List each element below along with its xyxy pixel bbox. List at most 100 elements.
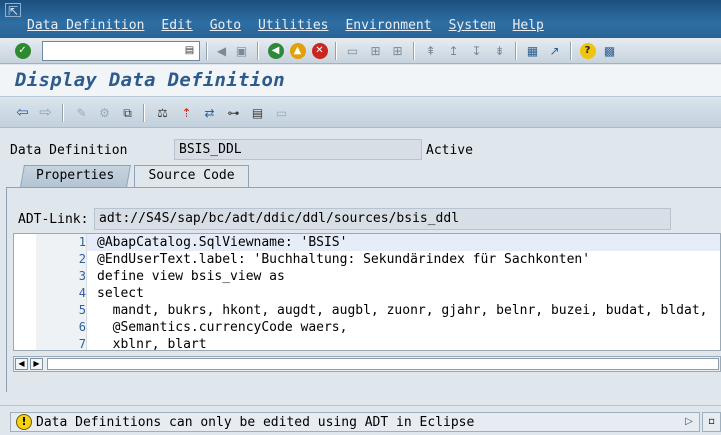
code-text: @Semantics.currencyCode waers, [86,319,347,336]
print-icon[interactable]: ▭ [343,41,362,60]
warning-icon: ! [16,414,32,430]
back-icon[interactable]: ◀ [266,41,285,60]
standard-toolbar: ✓ ▤ ◀ ▣ ◀ ▲ ✕ ▭ ⊞ ⊞ ⇞ ↥ ↧ ⇟ ▦ ↗ ? ▩ [0,38,721,64]
editor-gutter [14,251,36,268]
code-line[interactable]: 3 define view bsis_view as [14,268,720,285]
toolbar-separator [143,104,145,122]
toolbar-separator [515,42,517,60]
header-fields: Data Definition BSIS_DDL Active [0,138,721,162]
last-page-icon[interactable]: ⇟ [490,41,509,60]
object-list-icon[interactable]: ⊶ [224,103,243,122]
editor-gutter [14,285,36,302]
title-bar: Display Data Definition [0,65,721,97]
toolbar-separator [335,42,337,60]
command-field-toggle-icon[interactable]: ◀ [212,41,231,60]
status-expand-icon[interactable]: ▷ [683,415,695,429]
cancel-icon[interactable]: ✕ [310,41,329,60]
toolbar-separator [570,42,572,60]
status-text: Active [426,143,473,158]
toolbar-separator [62,104,64,122]
code-line[interactable]: 1 @AbapCatalog.SqlViewname: 'BSIS' [14,234,720,251]
scrollbar-thumb[interactable] [47,358,719,370]
other-object-icon[interactable]: ⧉ [118,103,137,122]
layout-icon[interactable]: ▩ [600,41,619,60]
line-number: 7 [36,336,86,350]
tab-source-code[interactable]: Source Code [134,165,249,187]
enter-icon[interactable]: ✓ [13,41,32,60]
tab-source-code-label: Source Code [148,168,235,183]
editor-gutter [14,268,36,285]
editor-gutter [14,319,36,336]
exit-icon[interactable]: ▲ [288,41,307,60]
tab-properties-label: Properties [36,168,115,183]
activate-icon[interactable]: ⇡ [177,103,196,122]
previous-page-icon[interactable]: ↥ [444,41,463,60]
code-text: mandt, bukrs, hkont, augdt, augbl, zuonr… [86,302,707,319]
menu-help[interactable]: Help [513,18,544,33]
tab-properties[interactable]: Properties [20,165,131,187]
code-text: select [86,285,144,302]
find-next-icon[interactable]: ⊞ [388,41,407,60]
scroll-left-icon[interactable]: ◀ [15,358,28,370]
code-line[interactable]: 6 @Semantics.currencyCode waers, [14,319,720,336]
menu-utilities[interactable]: Utilities [258,18,328,33]
arrow-left-icon[interactable]: ⇦ [13,103,32,122]
line-number: 4 [36,285,86,302]
code-text: xblnr, blart [86,336,207,350]
horizontal-scrollbar[interactable]: ◀ ▶ [13,356,721,372]
command-field[interactable] [42,41,200,61]
status-bar: ! Data Definitions can only be edited us… [0,405,721,435]
menu-system[interactable]: System [449,18,496,33]
adt-link-field[interactable]: adt://S4S/sap/bc/adt/ddic/ddl/sources/bs… [94,208,671,230]
where-used-icon[interactable]: ⇄ [200,103,219,122]
code-line[interactable]: 4 select [14,285,720,302]
editor-gutter [14,336,36,350]
display-change-icon[interactable]: ⚙ [95,103,114,122]
next-page-icon[interactable]: ↧ [467,41,486,60]
toolbar-separator [413,42,415,60]
code-line[interactable]: 7 xblnr, blart [14,336,720,350]
shortcut-icon[interactable]: ↗ [545,41,564,60]
edit-icon[interactable]: ✎ [72,103,91,122]
scroll-right-icon[interactable]: ▶ [30,358,43,370]
toolbar-separator [257,42,259,60]
editor-gutter [14,302,36,319]
code-line[interactable]: 5 mandt, bukrs, hkont, augdt, augbl, zuo… [14,302,720,319]
line-number: 3 [36,268,86,285]
code-text: @EndUserText.label: 'Buchhaltung: Sekund… [86,251,590,268]
line-number: 2 [36,251,86,268]
save-icon[interactable]: ▣ [232,41,251,60]
status-message[interactable]: ! Data Definitions can only be edited us… [10,412,700,432]
menu-data-definition[interactable]: Data Definition [27,18,144,33]
editor-gutter [14,234,36,251]
adt-link-label: ADT-Link: [18,212,89,227]
check-icon[interactable]: ⚖ [153,103,172,122]
line-number: 5 [36,302,86,319]
status-message-text: Data Definitions can only be edited usin… [36,415,475,430]
menu-items: Data Definition Edit Goto Utilities Envi… [27,18,561,33]
find-icon[interactable]: ⊞ [366,41,385,60]
page-title: Display Data Definition [15,69,285,91]
system-info-icon[interactable]: ▫ [702,412,721,432]
line-number: 1 [36,234,86,251]
line-number: 6 [36,319,86,336]
create-session-icon[interactable]: ▦ [523,41,542,60]
source-editor[interactable]: 1 @AbapCatalog.SqlViewname: 'BSIS' 2 @En… [13,233,721,351]
help-icon[interactable]: ? [578,41,597,60]
menu-environment[interactable]: Environment [345,18,431,33]
command-history-icon[interactable]: ▤ [183,44,196,57]
data-definition-field[interactable]: BSIS_DDL [174,139,422,160]
menu-goto[interactable]: Goto [210,18,241,33]
first-page-icon[interactable]: ⇞ [421,41,440,60]
system-menu-icon[interactable]: ⇱ [5,3,21,18]
arrow-right-icon[interactable]: ⇨ [36,103,55,122]
application-toolbar: ⇦ ⇨ ✎ ⚙ ⧉ ⚖ ⇡ ⇄ ⊶ ▤ ▭ [0,98,721,128]
code-line[interactable]: 2 @EndUserText.label: 'Buchhaltung: Seku… [14,251,720,268]
menu-bar: ⇱ Data Definition Edit Goto Utilities En… [0,0,721,38]
data-definition-label: Data Definition [10,143,128,158]
code-text: @AbapCatalog.SqlViewname: 'BSIS' [86,234,720,251]
toolbar-separator [206,42,208,60]
navigation-window-icon[interactable]: ▤ [248,103,267,122]
fullscreen-icon[interactable]: ▭ [272,103,291,122]
menu-edit[interactable]: Edit [161,18,192,33]
